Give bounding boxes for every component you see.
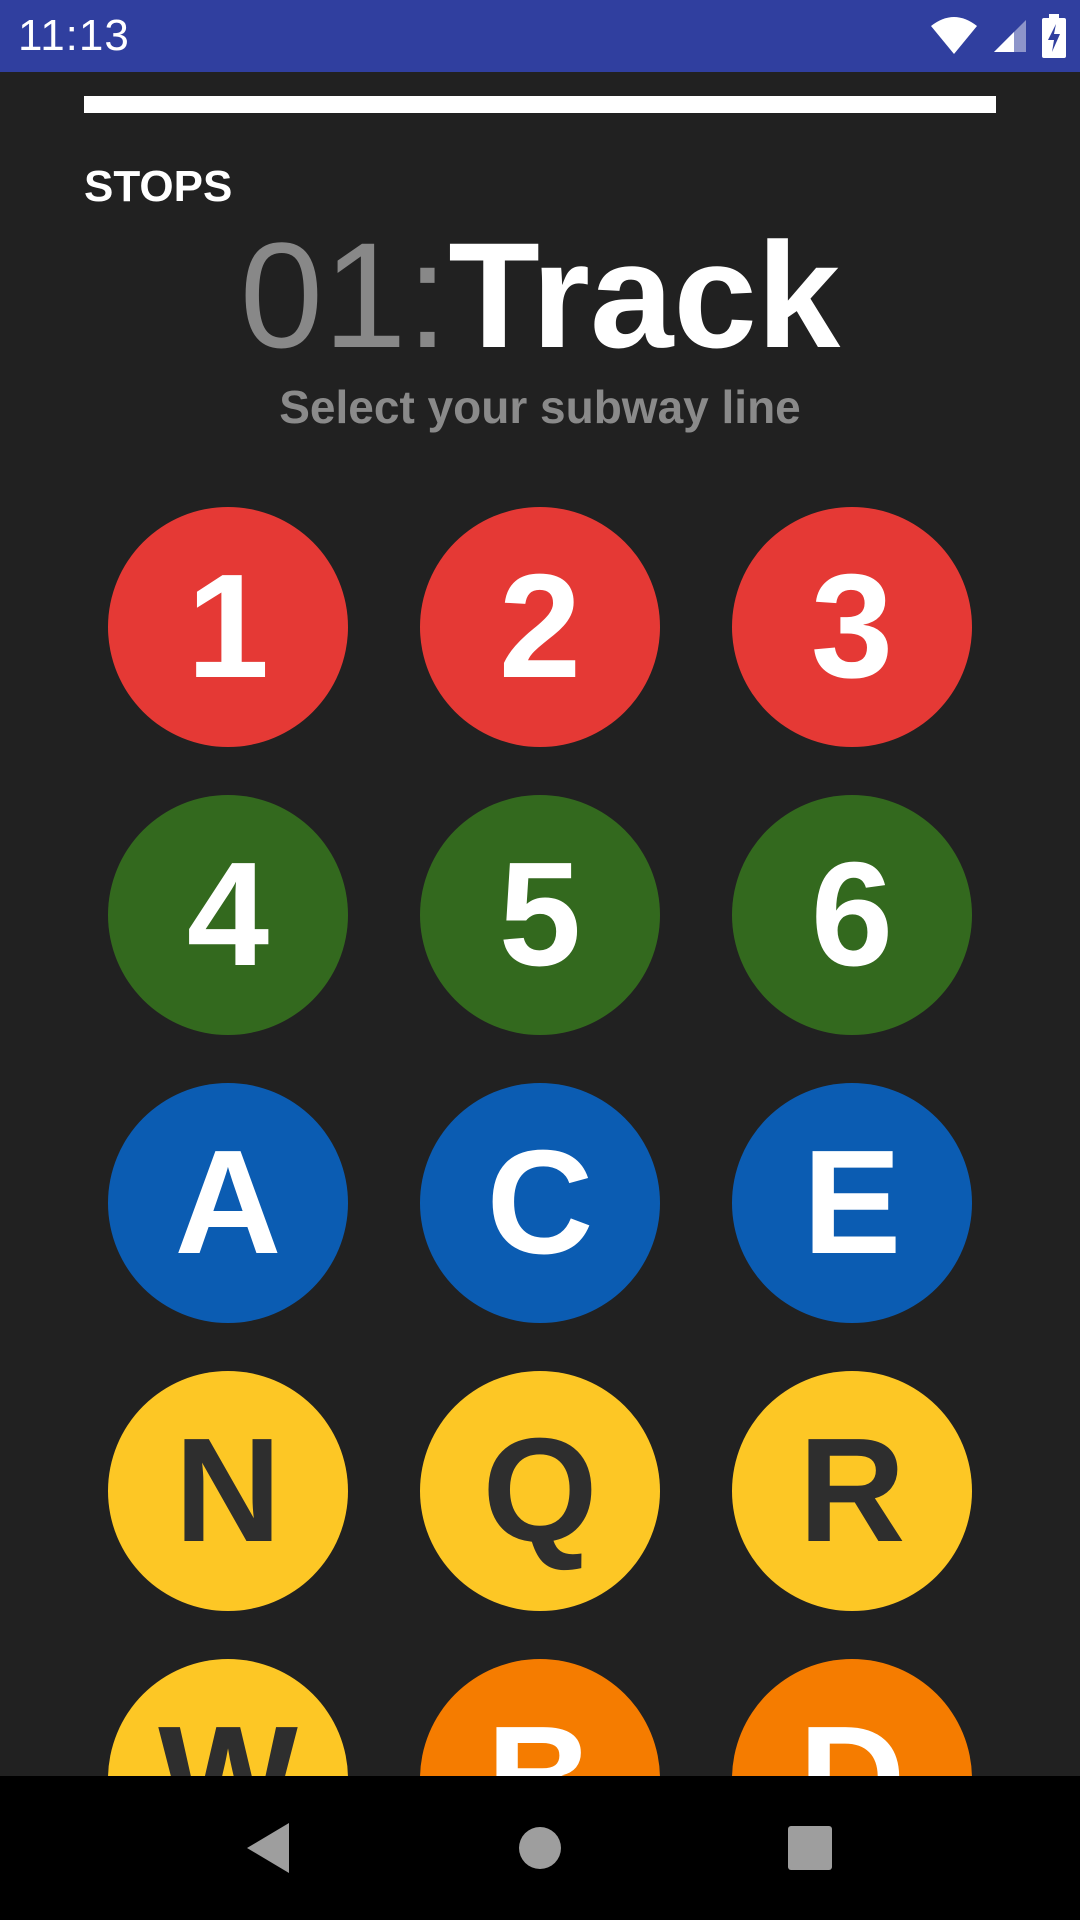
battery-charging-icon	[1042, 14, 1066, 58]
subway-line-button-3[interactable]: 3	[732, 507, 972, 747]
status-time: 11:13	[18, 11, 130, 60]
subway-line-button-b[interactable]: B	[420, 1659, 660, 1776]
subway-line-button-c[interactable]: C	[420, 1083, 660, 1323]
top-progress-bar	[84, 96, 996, 113]
home-button[interactable]	[504, 1812, 576, 1884]
subway-line-button-w[interactable]: W	[108, 1659, 348, 1776]
subway-line-button-d[interactable]: D	[732, 1659, 972, 1776]
status-icons	[930, 12, 1066, 60]
subway-line-button-6[interactable]: 6	[732, 795, 972, 1035]
navigation-bar	[0, 1776, 1080, 1920]
subway-line-button-n[interactable]: N	[108, 1371, 348, 1611]
subway-line-button-2[interactable]: 2	[420, 507, 660, 747]
back-button[interactable]	[232, 1812, 304, 1884]
home-icon	[519, 1827, 561, 1869]
status-bar: 11:13	[0, 0, 1080, 72]
recents-button[interactable]	[774, 1812, 846, 1884]
wifi-icon	[930, 16, 978, 56]
subway-line-button-q[interactable]: Q	[420, 1371, 660, 1611]
subway-line-button-r[interactable]: R	[732, 1371, 972, 1611]
subway-line-button-1[interactable]: 1	[108, 507, 348, 747]
recents-icon	[788, 1826, 832, 1870]
subway-line-button-5[interactable]: 5	[420, 795, 660, 1035]
back-icon	[247, 1823, 289, 1873]
subway-line-button-a[interactable]: A	[108, 1083, 348, 1323]
cell-signal-icon	[992, 18, 1028, 54]
step-number: 01:	[239, 211, 449, 379]
screen: 123 456 ACE NQR WBD 11:13	[0, 0, 1080, 1920]
section-label: STOPS	[84, 162, 233, 211]
page-title: 01:Track	[0, 220, 1080, 370]
page-subtitle: Select your subway line	[279, 381, 801, 433]
subway-line-button-e[interactable]: E	[732, 1083, 972, 1323]
subway-line-button-4[interactable]: 4	[108, 795, 348, 1035]
title-text: Track	[448, 211, 841, 379]
